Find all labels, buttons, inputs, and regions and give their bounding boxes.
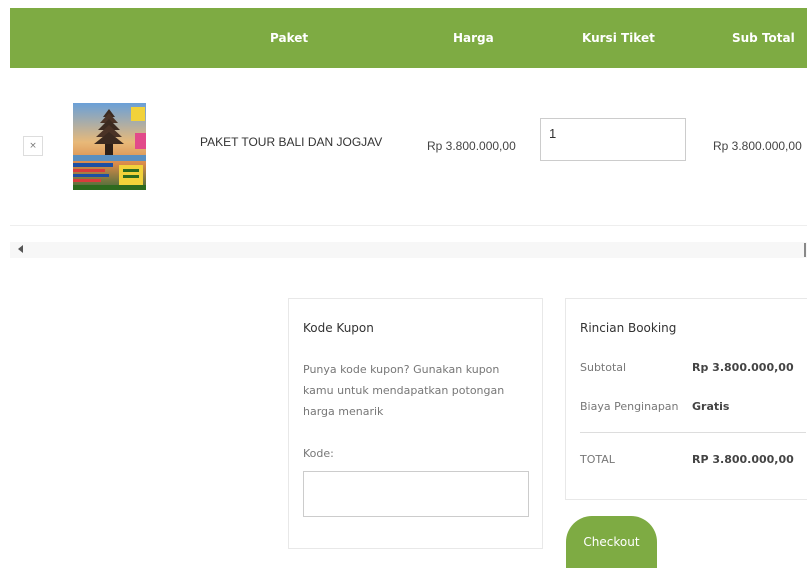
lodging-fee-value: Gratis [692, 400, 730, 413]
row-divider [10, 225, 807, 226]
header-sub-total: Sub Total [732, 31, 795, 45]
total-label: TOTAL [580, 453, 615, 466]
subtotal-label: Subtotal [580, 361, 627, 374]
header-paket: Paket [270, 31, 309, 45]
header-harga: Harga [453, 31, 494, 45]
ticket-quantity-input[interactable]: 1 [540, 118, 686, 161]
scroll-left-icon[interactable] [18, 245, 23, 253]
coupon-code-label: Kode: [303, 447, 334, 460]
coupon-description: Punya kode kupon? Gunakan kupon kamu unt… [303, 363, 505, 418]
booking-title: Rincian Booking [580, 321, 677, 335]
booking-divider [580, 432, 806, 433]
product-thumbnail[interactable] [73, 103, 146, 190]
horizontal-scrollbar[interactable] [10, 242, 807, 258]
coupon-title: Kode Kupon [303, 321, 374, 335]
product-name[interactable]: PAKET TOUR BALI DAN JOGJAV [200, 135, 382, 149]
booking-summary-card: Rincian Booking Subtotal Rp 3.800.000,00… [565, 298, 807, 500]
scroll-thumb[interactable] [804, 243, 806, 257]
total-value: RP 3.800.000,00 [692, 453, 794, 466]
lodging-fee-label: Biaya Penginapan [580, 400, 679, 413]
checkout-button[interactable]: Checkout [566, 516, 657, 568]
product-subtotal: Rp 3.800.000,00 [713, 139, 802, 153]
cart-table-header: Paket Harga Kursi Tiket Sub Total [10, 8, 807, 68]
remove-item-button[interactable]: × [23, 136, 43, 156]
header-kursi-tiket: Kursi Tiket [582, 31, 655, 45]
subtotal-value: Rp 3.800.000,00 [692, 361, 794, 374]
product-price: Rp 3.800.000,00 [427, 139, 516, 153]
coupon-card: Kode Kupon Punya kode kupon? Gunakan kup… [288, 298, 543, 549]
coupon-code-input[interactable] [303, 471, 529, 517]
